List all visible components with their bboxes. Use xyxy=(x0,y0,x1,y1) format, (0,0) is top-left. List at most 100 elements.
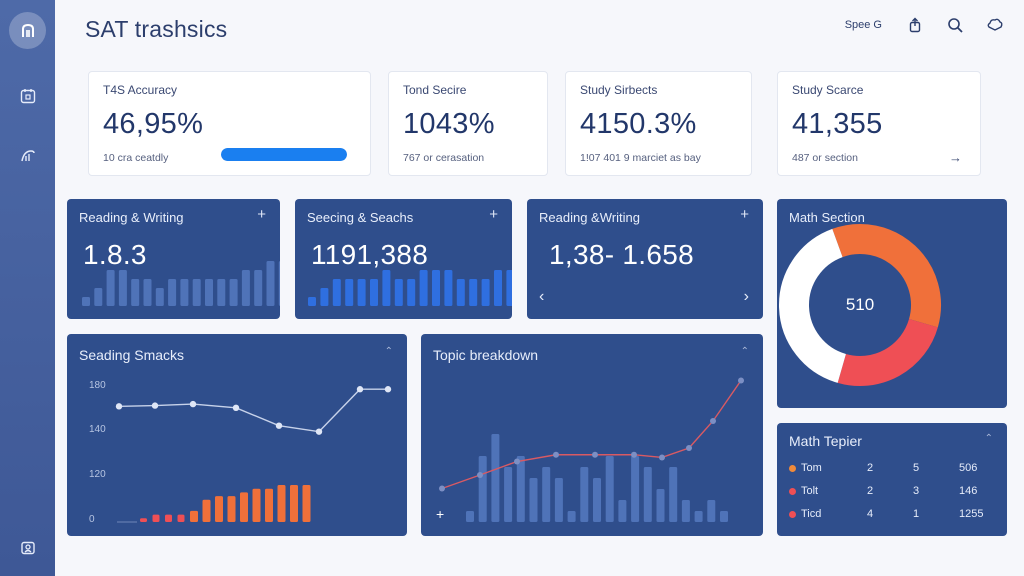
bar xyxy=(407,279,416,306)
bar xyxy=(370,279,378,306)
calendar-icon xyxy=(20,89,36,104)
bar xyxy=(254,270,263,306)
stat-label: T4S Accuracy xyxy=(103,83,178,97)
bar xyxy=(504,467,513,522)
bar xyxy=(155,288,164,306)
row-value: 2 xyxy=(867,462,874,474)
row-value: 1 xyxy=(913,508,920,520)
card-value: 1.8.3 xyxy=(83,239,147,270)
chevron-right-icon[interactable]: › xyxy=(744,288,749,306)
bar xyxy=(394,279,403,306)
stat-value: 46,95% xyxy=(103,108,204,140)
card-title: Reading & Writing xyxy=(79,210,184,225)
bar xyxy=(152,514,160,522)
bar xyxy=(227,496,236,522)
data-point xyxy=(631,451,637,458)
series-line xyxy=(118,388,388,433)
data-point xyxy=(232,404,240,412)
bar xyxy=(308,297,316,306)
y-tick-label: 140 xyxy=(89,424,106,435)
card-topic-breakdown: Topic breakdown ⌃ + xyxy=(421,334,763,536)
data-point xyxy=(686,445,692,451)
expand-icon[interactable]: ⌃ xyxy=(741,346,749,357)
speed-label[interactable]: Spee G xyxy=(845,19,882,31)
stat-label: Tond Secire xyxy=(403,83,467,97)
sidebar-item-chart[interactable] xyxy=(12,140,44,172)
page-title: SAT trashsics xyxy=(85,16,228,42)
expand-icon[interactable]: ⌃ xyxy=(985,433,993,444)
bar xyxy=(466,511,474,522)
chevron-left-icon[interactable]: ‹ xyxy=(539,288,544,306)
topic-breakdown-chart xyxy=(439,377,744,522)
row-name: Ticd xyxy=(801,508,822,520)
stat-sub: 10 cra ceatdly xyxy=(103,152,169,164)
card-title: Math Section xyxy=(789,210,865,225)
bar xyxy=(168,279,177,306)
search-icon[interactable] xyxy=(946,16,964,34)
data-point xyxy=(439,485,445,492)
bar xyxy=(456,279,465,306)
share-icon[interactable] xyxy=(906,16,924,34)
sidebar-item-profile[interactable] xyxy=(12,532,44,564)
data-point xyxy=(275,422,283,429)
y-tick-label: 120 xyxy=(89,469,106,480)
card-title: Seading Smacks xyxy=(79,347,185,363)
bar xyxy=(241,270,250,306)
row-value: 2 xyxy=(867,485,874,497)
add-icon[interactable]: + xyxy=(740,206,749,223)
y-tick-label: 0 xyxy=(89,514,95,525)
donut-slice xyxy=(837,318,938,386)
bar xyxy=(357,279,366,306)
bar xyxy=(382,270,391,306)
card-math-section: Math Section 510 xyxy=(777,199,1007,408)
data-point xyxy=(514,458,520,465)
data-point xyxy=(189,400,197,408)
card-value: 1,38- 1.658 xyxy=(549,239,694,270)
data-point xyxy=(477,472,483,478)
bar xyxy=(177,514,185,522)
progress-fill xyxy=(221,148,347,161)
bar xyxy=(94,288,103,306)
bar xyxy=(302,485,311,522)
data-point xyxy=(710,418,716,424)
stat-value: 41,355 xyxy=(792,108,883,140)
bar xyxy=(320,288,329,306)
row-name: Tolt xyxy=(801,485,819,497)
expand-icon[interactable]: ⌃ xyxy=(385,346,393,357)
cloud-icon[interactable] xyxy=(986,16,1004,34)
row-value: 5 xyxy=(913,462,920,474)
bar xyxy=(491,434,500,522)
bar xyxy=(215,496,223,522)
bar xyxy=(278,261,280,306)
bar xyxy=(494,270,502,306)
bar xyxy=(593,478,601,522)
data-point xyxy=(738,377,744,384)
bar xyxy=(707,500,716,522)
add-icon[interactable]: + xyxy=(489,206,498,223)
stat-value: 4150.3% xyxy=(580,108,697,140)
stat-card-subjects: Study Sirbects 4150.3% 1!07 401 9 marcie… xyxy=(565,71,752,176)
data-point xyxy=(384,386,392,393)
bar xyxy=(265,488,273,522)
card-title: Math Tepier xyxy=(789,433,862,449)
add-icon[interactable]: + xyxy=(436,506,444,522)
card-value: 1191,388 xyxy=(311,239,429,270)
legend-dot xyxy=(789,487,796,495)
bar xyxy=(118,270,127,306)
bar xyxy=(165,514,172,522)
accuracy-progress-bar xyxy=(221,148,347,161)
bar xyxy=(217,279,226,306)
data-point xyxy=(315,428,323,435)
bar xyxy=(240,492,248,522)
bar xyxy=(252,488,261,522)
sidebar-item-home[interactable] xyxy=(9,12,46,49)
bar xyxy=(82,297,90,306)
card-reading-writing-range: Reading &Writing + 1,38- 1.658 ‹ › xyxy=(527,199,763,319)
bar xyxy=(332,279,341,306)
arrow-right-icon[interactable]: → xyxy=(949,150,962,165)
bar xyxy=(290,485,298,522)
sidebar-item-calendar[interactable] xyxy=(12,80,44,112)
add-icon[interactable]: + xyxy=(257,206,266,223)
row-value: 506 xyxy=(959,462,978,474)
bar xyxy=(229,279,238,306)
